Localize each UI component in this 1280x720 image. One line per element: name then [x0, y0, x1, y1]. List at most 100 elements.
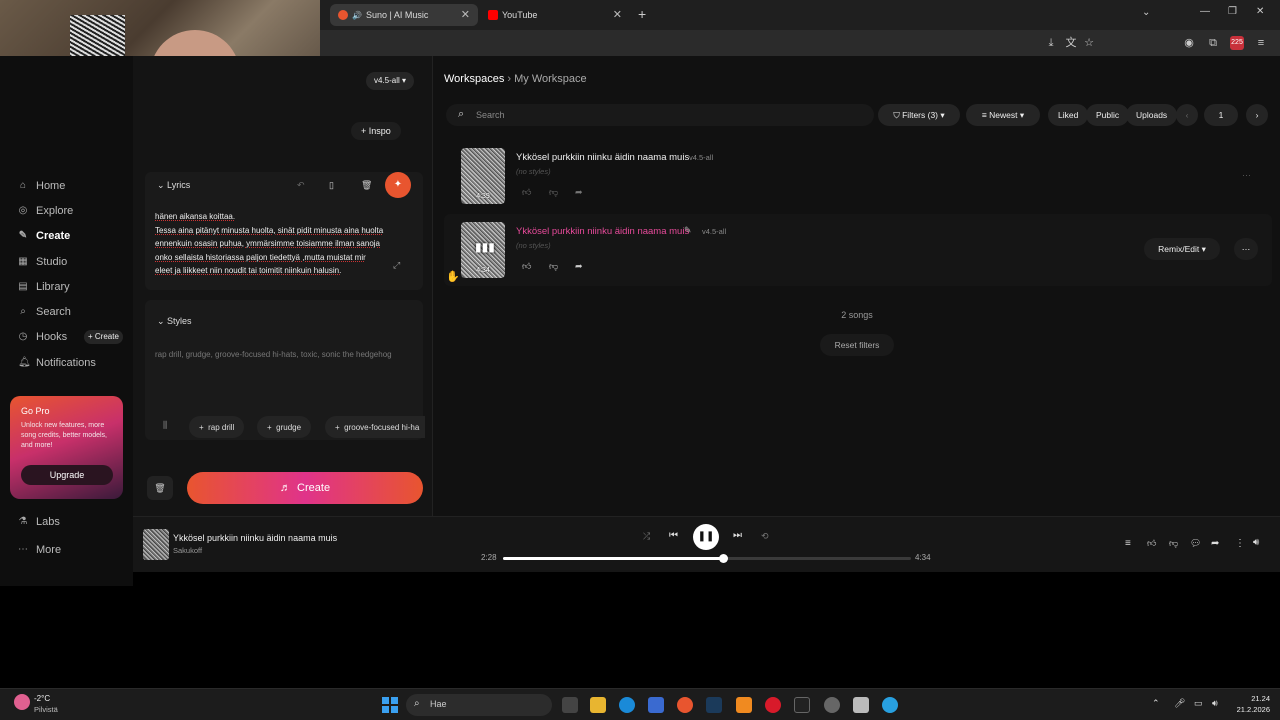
shuffle-icon[interactable]: ⤮	[643, 531, 650, 542]
dislike-icon[interactable]: 👎︎	[1169, 538, 1178, 549]
sidebar-item-library[interactable]: ▤ Library	[18, 281, 69, 293]
next-track-icon[interactable]: ⏭︎	[733, 530, 742, 541]
notepad-icon[interactable]	[853, 697, 869, 713]
sidebar-item-notifications[interactable]: 🔔︎ Notifications	[18, 357, 96, 369]
breadcrumb-workspaces[interactable]: Workspaces	[444, 73, 504, 85]
speaker-icon[interactable]: 🔊︎	[1212, 698, 1218, 709]
lyrics-header[interactable]: ⌄ Lyrics	[157, 180, 190, 191]
sidebar-item-explore[interactable]: ◎ Explore	[18, 205, 74, 217]
uploads-filter-button[interactable]: Uploads	[1126, 104, 1178, 126]
file-explorer-icon[interactable]	[590, 697, 606, 713]
volume-icon[interactable]: 🔊︎	[1253, 537, 1259, 548]
magic-wand-button[interactable]: ✦	[385, 172, 411, 198]
style-chip[interactable]: + rap drill	[189, 416, 245, 438]
song-cover[interactable]: ▮▮▮ 4:34	[461, 222, 505, 278]
progress-track[interactable]	[503, 554, 911, 563]
settings-gear-icon[interactable]	[824, 697, 840, 713]
reset-filters-button[interactable]: Reset filters	[820, 334, 894, 356]
progress-handle[interactable]	[719, 554, 729, 563]
pause-button[interactable]: ❚❚	[693, 524, 719, 550]
dislike-icon[interactable]: 👎︎	[549, 261, 558, 272]
extensions-icon[interactable]: ⧉	[1206, 36, 1220, 50]
bookmark-star-icon[interactable]: ☆	[1082, 36, 1096, 50]
vlc-icon[interactable]	[736, 697, 752, 713]
player-cover[interactable]	[143, 529, 169, 560]
style-library-icon[interactable]: ⫼	[163, 420, 167, 431]
more-options-icon[interactable]: ⋯	[1234, 238, 1258, 260]
close-window-icon[interactable]: ✕	[1256, 6, 1264, 17]
tab-suno[interactable]: 🔊 Suno | AI Music ✕	[330, 4, 478, 26]
sidebar-item-labs[interactable]: ⚗ Labs	[18, 516, 60, 528]
repeat-icon[interactable]: ⟲	[761, 531, 769, 542]
translate-icon[interactable]: 文	[1064, 36, 1078, 50]
telegram-icon[interactable]	[882, 697, 898, 713]
menu-icon[interactable]: ≡	[1254, 36, 1268, 50]
queue-icon[interactable]: ≡	[1125, 538, 1131, 549]
sidebar-item-more[interactable]: ⋯ More	[18, 544, 61, 556]
sidebar-item-home[interactable]: ⌂ Home	[18, 180, 65, 192]
weather-icon[interactable]	[14, 694, 30, 710]
expand-icon[interactable]: ⤢	[393, 260, 400, 271]
like-icon[interactable]: 👍︎	[522, 187, 531, 198]
search-input[interactable]: Search	[476, 110, 505, 120]
tab-list-icon[interactable]: ⌄	[1142, 7, 1150, 18]
close-tab-icon[interactable]: ✕	[613, 8, 622, 21]
share-icon[interactable]: ➦	[575, 261, 583, 272]
weather-temp[interactable]: -2°C	[34, 694, 50, 703]
tray-overflow-icon[interactable]: ⌃	[1152, 698, 1160, 709]
sidebar-item-hooks[interactable]: ◷ Hooks	[18, 331, 68, 343]
display-icon[interactable]: ▭	[1194, 698, 1203, 709]
hooks-create-button[interactable]: + Create	[84, 330, 123, 344]
maximize-icon[interactable]: ❐	[1228, 6, 1237, 17]
song-title[interactable]: Ykkösel purkkiin niinku äidin naama muis	[516, 226, 689, 237]
new-tab-button[interactable]: +	[638, 6, 646, 22]
more-options-icon[interactable]: ⋮	[1235, 538, 1245, 549]
more-options-icon[interactable]: ⋯	[1242, 170, 1251, 181]
clear-icon[interactable]: 🗑︎	[147, 476, 173, 500]
player-artist[interactable]: Sakukoff	[173, 546, 202, 555]
previous-track-icon[interactable]: ⏮︎	[669, 530, 678, 541]
share-icon[interactable]: ➦	[1211, 538, 1219, 549]
upgrade-button[interactable]: Upgrade	[21, 465, 113, 485]
styles-textarea[interactable]: rap drill, grudge, groove-focused hi-hat…	[155, 348, 395, 361]
dislike-icon[interactable]: 👎︎	[549, 187, 558, 198]
minimize-icon[interactable]: —	[1200, 6, 1210, 17]
styles-header[interactable]: ⌄ Styles	[157, 316, 192, 327]
edge-icon[interactable]	[619, 697, 635, 713]
profile-icon[interactable]: ◉	[1182, 36, 1196, 50]
taskbar-search[interactable]: ⌕ Hae	[406, 694, 552, 716]
opera-icon[interactable]	[765, 697, 781, 713]
edit-pencil-icon[interactable]: ✎	[684, 225, 692, 236]
next-page-button[interactable]: ›	[1246, 104, 1268, 126]
extension-badge-icon[interactable]: 225	[1230, 36, 1244, 50]
sort-button[interactable]: ≡ Newest ▾	[966, 104, 1040, 126]
model-select[interactable]: v4.5-all ▾	[366, 72, 415, 90]
song-cover[interactable]: 4:39	[461, 148, 505, 204]
clock-time[interactable]: 21.24	[1232, 694, 1270, 703]
prev-page-button[interactable]: ‹	[1176, 104, 1198, 126]
like-icon[interactable]: 👍︎	[1147, 538, 1156, 549]
undo-icon[interactable]: ↶	[297, 180, 305, 191]
tab-youtube[interactable]: YouTube ✕	[480, 4, 630, 26]
close-tab-icon[interactable]: ✕	[461, 8, 470, 21]
player-title[interactable]: Ykkösel purkkiin niinku äidin naama muis	[173, 533, 337, 543]
microphone-icon[interactable]: 🎤︎	[1174, 698, 1185, 709]
sidebar-item-studio[interactable]: ▦ Studio	[18, 256, 67, 268]
page-number[interactable]: 1	[1204, 104, 1238, 126]
share-icon[interactable]: ➦	[575, 187, 583, 198]
weather-desc[interactable]: Pilvistä	[34, 705, 58, 714]
like-icon[interactable]: 👍︎	[522, 261, 531, 272]
firefox-icon[interactable]	[677, 697, 693, 713]
liked-filter-button[interactable]: Liked	[1048, 104, 1089, 126]
clock-date[interactable]: 21.2.2026	[1222, 705, 1270, 714]
windows-start-icon[interactable]	[382, 697, 398, 713]
steam-icon[interactable]	[706, 697, 722, 713]
filters-button[interactable]: ⛉ Filters (3) ▾	[878, 104, 960, 126]
comment-icon[interactable]: 💬︎	[1190, 538, 1201, 549]
inspo-button[interactable]: + Inspo	[351, 122, 401, 140]
remix-edit-button[interactable]: Remix/Edit ▾	[1144, 238, 1220, 260]
copy-icon[interactable]: ▯	[329, 180, 334, 191]
search-box[interactable]: ⌕ Search	[446, 104, 874, 126]
install-app-icon[interactable]: ⤓	[1044, 36, 1058, 50]
style-chip[interactable]: + grudge	[257, 416, 312, 438]
